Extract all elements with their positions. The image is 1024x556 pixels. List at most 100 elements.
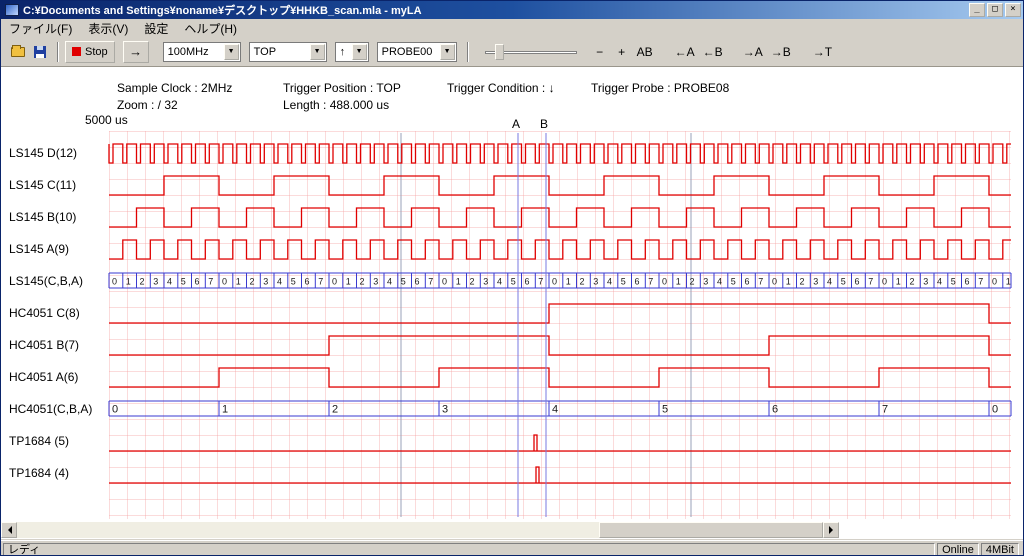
svg-text:2: 2 (800, 277, 805, 287)
chevron-down-icon[interactable]: ▼ (352, 44, 367, 60)
svg-text:1: 1 (222, 404, 228, 416)
svg-text:4: 4 (497, 277, 502, 287)
svg-text:6: 6 (195, 277, 200, 287)
svg-text:3: 3 (373, 277, 378, 287)
scrollbar-thumb[interactable] (599, 522, 823, 538)
trigger-probe-dropdown[interactable]: PROBE00 ▼ (377, 42, 457, 62)
svg-text:2: 2 (690, 277, 695, 287)
svg-text:5: 5 (181, 277, 186, 287)
svg-text:6: 6 (415, 277, 420, 287)
goto-cursor-b-right-button[interactable]: →B (767, 42, 795, 62)
chevron-down-icon[interactable]: ▼ (224, 44, 239, 60)
svg-text:4: 4 (387, 277, 392, 287)
trigger-edge-dropdown[interactable]: ↑ ▼ (335, 42, 369, 62)
open-button[interactable] (7, 42, 29, 62)
scroll-right-button[interactable] (823, 522, 839, 538)
svg-text:1: 1 (126, 277, 131, 287)
svg-text:4: 4 (552, 404, 558, 416)
chevron-down-icon[interactable]: ▼ (440, 44, 455, 60)
svg-text:3: 3 (153, 277, 158, 287)
stop-button[interactable]: Stop (65, 41, 115, 63)
app-window: C:¥Documents and Settings¥noname¥デスクトップ¥… (0, 0, 1024, 556)
zoom-out-button[interactable]: − (589, 42, 611, 62)
svg-text:7: 7 (868, 277, 873, 287)
toolbar-separator (467, 42, 469, 62)
zoom-slider[interactable] (485, 42, 577, 62)
run-button[interactable]: → (123, 41, 149, 63)
svg-text:7: 7 (428, 277, 433, 287)
menu-file[interactable]: ファイル(F) (1, 19, 80, 38)
zoom-slider-thumb[interactable] (495, 44, 504, 60)
svg-text:1: 1 (896, 277, 901, 287)
toolbar: Stop → 100MHz ▼ TOP ▼ ↑ ▼ PROBE00 ▼ − + … (1, 37, 1023, 67)
scroll-left-button[interactable] (1, 522, 17, 538)
menu-view[interactable]: 表示(V) (80, 19, 136, 38)
svg-text:4: 4 (167, 277, 172, 287)
svg-text:2: 2 (332, 404, 338, 416)
svg-text:6: 6 (745, 277, 750, 287)
svg-text:3: 3 (813, 277, 818, 287)
svg-text:1: 1 (236, 277, 241, 287)
svg-text:0: 0 (332, 277, 337, 287)
goto-trigger-button[interactable]: →T (809, 42, 836, 62)
stop-square-icon (72, 47, 81, 56)
svg-text:1: 1 (566, 277, 571, 287)
svg-text:2: 2 (580, 277, 585, 287)
svg-text:6: 6 (635, 277, 640, 287)
ab-zoom-button[interactable]: AB (633, 42, 657, 62)
toolbar-separator (57, 42, 59, 62)
sample-clock-dropdown[interactable]: 100MHz ▼ (163, 42, 241, 62)
triangle-left-icon (4, 526, 12, 534)
svg-text:3: 3 (263, 277, 268, 287)
minimize-button[interactable]: _ (969, 3, 985, 17)
trigger-position-dropdown[interactable]: TOP ▼ (249, 42, 327, 62)
trigger-condition-info: Trigger Condition : ↓ (447, 81, 555, 95)
svg-text:6: 6 (772, 404, 778, 416)
svg-text:3: 3 (923, 277, 928, 287)
title-bar: C:¥Documents and Settings¥noname¥デスクトップ¥… (1, 1, 1023, 19)
svg-text:4: 4 (607, 277, 612, 287)
svg-text:3: 3 (483, 277, 488, 287)
svg-text:5: 5 (291, 277, 296, 287)
horizontal-scrollbar[interactable] (1, 522, 839, 538)
zoom-info: Zoom : / 32 (117, 98, 178, 112)
cursor-b-label[interactable]: B (540, 117, 548, 131)
length-info: Length : 488.000 us (283, 98, 389, 112)
svg-text:5: 5 (621, 277, 626, 287)
svg-text:6: 6 (305, 277, 310, 287)
svg-text:2: 2 (250, 277, 255, 287)
goto-cursor-a-right-button[interactable]: →A (739, 42, 767, 62)
cursor-a-label[interactable]: A (512, 117, 520, 131)
status-ready: レディ (3, 543, 935, 556)
svg-text:0: 0 (882, 277, 887, 287)
status-bar: レディ Online 4MBit (1, 540, 1023, 556)
trigger-probe-info: Trigger Probe : PROBE08 (591, 81, 729, 95)
svg-text:5: 5 (511, 277, 516, 287)
stop-label: Stop (85, 46, 108, 58)
zoom-in-button[interactable]: + (611, 42, 633, 62)
open-folder-icon (11, 47, 25, 57)
goto-cursor-a-left-button[interactable]: ←A (671, 42, 699, 62)
svg-text:3: 3 (593, 277, 598, 287)
save-floppy-icon (34, 46, 46, 58)
close-button[interactable]: × (1005, 3, 1021, 17)
svg-text:0: 0 (442, 277, 447, 287)
svg-text:0: 0 (992, 404, 998, 416)
maximize-button[interactable]: □ (987, 3, 1003, 17)
chevron-down-icon[interactable]: ▼ (310, 44, 325, 60)
svg-text:5: 5 (841, 277, 846, 287)
svg-text:2: 2 (910, 277, 915, 287)
menu-settings[interactable]: 設定 (136, 19, 176, 38)
svg-text:2: 2 (360, 277, 365, 287)
sample-clock-value: 100MHz (168, 46, 209, 58)
svg-text:4: 4 (717, 277, 722, 287)
svg-text:1: 1 (1006, 277, 1011, 287)
save-button[interactable] (29, 42, 51, 62)
svg-text:7: 7 (758, 277, 763, 287)
svg-text:6: 6 (965, 277, 970, 287)
svg-text:0: 0 (222, 277, 227, 287)
goto-cursor-b-left-button[interactable]: ←B (699, 42, 727, 62)
trigger-probe-value: PROBE00 (382, 46, 433, 58)
waveform-plot[interactable]: 0123456701234567012345670123456701234567… (1, 131, 1024, 521)
menu-help[interactable]: ヘルプ(H) (176, 19, 245, 38)
